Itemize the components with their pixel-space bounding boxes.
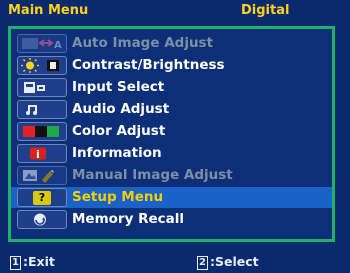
footer-bar: 1:Exit 2:Select xyxy=(0,251,350,273)
information-icon: i xyxy=(17,144,67,163)
auto-image-adjust-icon: A xyxy=(17,34,67,53)
contrast-brightness-icon xyxy=(17,56,67,75)
osd-screen: Main Menu Digital A Auto Image Adjust Co… xyxy=(0,0,350,273)
menu-panel: A Auto Image Adjust Contrast/Brightness … xyxy=(8,26,335,242)
manual-image-adjust-icon xyxy=(17,166,67,185)
menu-item-memory-recall[interactable]: Memory Recall xyxy=(11,209,332,230)
input-mode: Digital xyxy=(241,3,290,18)
menu-item-contrast-brightness[interactable]: Contrast/Brightness xyxy=(11,55,332,76)
svg-text:i: i xyxy=(36,148,40,161)
menu-item-label: Contrast/Brightness xyxy=(72,57,225,73)
svg-text:A: A xyxy=(54,40,62,51)
select-key-icon: 2 xyxy=(197,256,208,270)
menu-item-label: Auto Image Adjust xyxy=(72,35,214,51)
menu-item-color-adjust[interactable]: Color Adjust xyxy=(11,121,332,142)
menu-item-audio-adjust[interactable]: Audio Adjust xyxy=(11,99,332,120)
exit-hint: 1:Exit xyxy=(10,254,55,270)
menu-item-auto-image-adjust[interactable]: A Auto Image Adjust xyxy=(11,33,332,54)
audio-icon xyxy=(17,100,67,119)
menu-item-setup-menu[interactable]: ? Setup Menu xyxy=(11,187,332,208)
select-label: :Select xyxy=(209,254,259,269)
exit-label: :Exit xyxy=(22,254,55,269)
input-select-icon xyxy=(17,78,67,97)
menu-item-label: Information xyxy=(72,145,162,161)
menu-item-label: Manual Image Adjust xyxy=(72,167,233,183)
menu-item-label: Input Select xyxy=(72,79,165,95)
memory-recall-icon xyxy=(17,210,67,229)
menu-item-manual-image-adjust[interactable]: Manual Image Adjust xyxy=(11,165,332,186)
setup-menu-icon: ? xyxy=(17,188,67,207)
menu-title: Main Menu xyxy=(8,3,89,18)
menu-item-information[interactable]: i Information xyxy=(11,143,332,164)
menu-item-label: Color Adjust xyxy=(72,123,166,139)
menu-item-label: Audio Adjust xyxy=(72,101,170,117)
exit-key-icon: 1 xyxy=(10,256,21,270)
menu-item-label: Setup Menu xyxy=(72,189,164,205)
menu-item-label: Memory Recall xyxy=(72,211,185,227)
header-bar: Main Menu Digital xyxy=(0,0,350,24)
select-hint: 2:Select xyxy=(197,254,259,270)
question-mark-icon: ? xyxy=(33,190,51,205)
color-adjust-icon xyxy=(17,122,67,141)
menu-item-input-select[interactable]: Input Select xyxy=(11,77,332,98)
